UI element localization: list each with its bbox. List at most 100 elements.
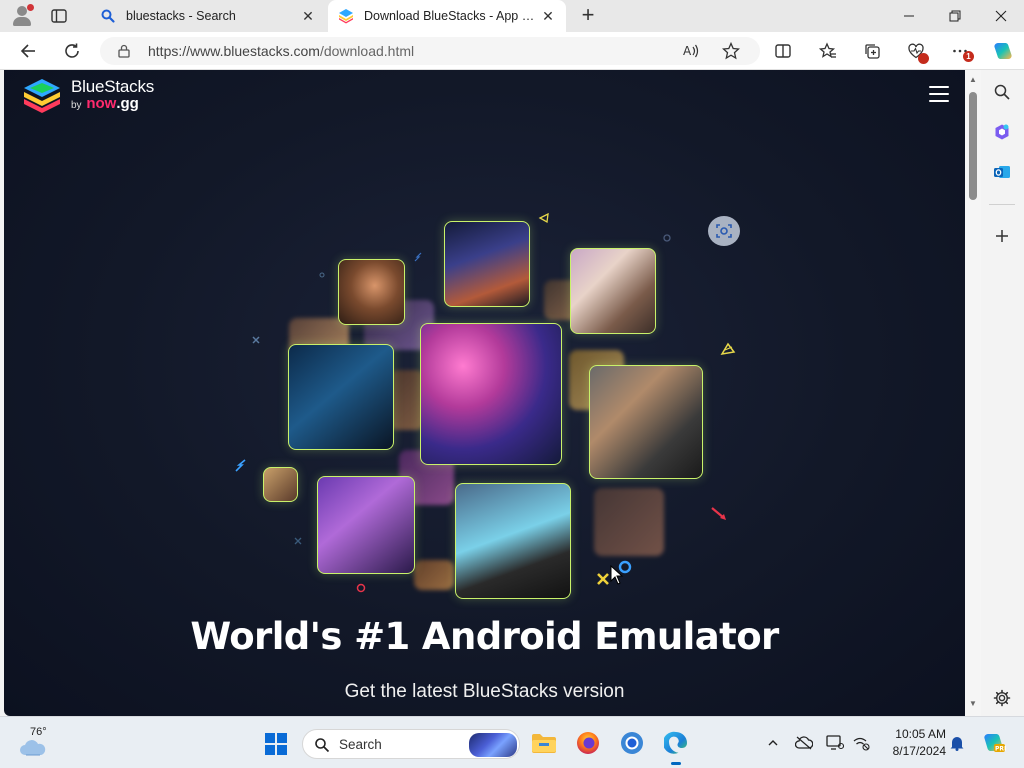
- search-highlight-image: [469, 733, 517, 757]
- gamer-photo-2: [444, 221, 530, 307]
- close-window-button[interactable]: [978, 0, 1024, 32]
- url-host: https://www.bluestacks.com: [148, 43, 320, 59]
- clock-time: 10:05 AM: [895, 727, 946, 741]
- refresh-icon[interactable]: [62, 41, 82, 61]
- gamer-photo-3: [570, 248, 656, 334]
- visual-search-icon: [716, 224, 732, 238]
- copilot-icon[interactable]: [991, 39, 1015, 63]
- tab-actions-icon[interactable]: [50, 7, 68, 25]
- visual-search-button[interactable]: [708, 216, 740, 246]
- gamer-photo-1: [338, 259, 405, 325]
- sparkle-shape: [356, 583, 366, 593]
- sparkle-shape: [252, 336, 260, 344]
- brand-name: BlueStacks: [71, 77, 155, 96]
- notification-bell-icon[interactable]: [948, 734, 966, 752]
- url-path: /download.html: [319, 43, 415, 59]
- sparkle-shape: [294, 537, 302, 545]
- browser-essentials-icon[interactable]: [906, 41, 929, 64]
- brand-now: now: [86, 95, 117, 112]
- tab-close-button[interactable]: ✕: [540, 8, 556, 24]
- settings-gear-icon[interactable]: [992, 688, 1012, 708]
- sparkle-shape: [597, 573, 609, 585]
- gamer-photo-8: [317, 476, 415, 574]
- office-icon[interactable]: [992, 122, 1012, 142]
- add-icon[interactable]: [992, 226, 1012, 246]
- more-icon[interactable]: 1: [950, 41, 974, 62]
- search-icon[interactable]: [992, 82, 1012, 102]
- scroll-down-arrow[interactable]: ▼: [969, 700, 977, 708]
- svg-text:PRE: PRE: [995, 746, 1006, 753]
- scroll-up-arrow[interactable]: ▲: [969, 76, 977, 84]
- tab-strip: bluestacks - Search ✕ Download BlueStack…: [0, 0, 1024, 32]
- search-icon: [100, 8, 116, 24]
- hamburger-menu-icon[interactable]: [929, 86, 949, 102]
- onedrive-icon[interactable]: [795, 734, 813, 752]
- extensions-badge: 1: [963, 51, 974, 62]
- sparkle-shape: [663, 234, 671, 242]
- gamer-photo-5: [420, 323, 562, 465]
- read-aloud-icon[interactable]: A: [681, 41, 701, 61]
- chevron-up-icon[interactable]: [764, 734, 782, 752]
- favorite-star-icon[interactable]: [721, 41, 741, 61]
- sparkle-shape: [235, 459, 246, 472]
- bluestacks-logo-icon[interactable]: [20, 77, 64, 117]
- firefox-icon[interactable]: [574, 729, 602, 757]
- profile-icon[interactable]: [10, 4, 34, 28]
- bluestacks-icon: [338, 8, 354, 24]
- display-icon[interactable]: [826, 734, 844, 752]
- tab-bluestacks-download[interactable]: Download BlueStacks - App Playe ✕: [328, 0, 566, 32]
- url-text: https://www.bluestacks.com/download.html: [148, 43, 414, 59]
- scroll-thumb[interactable]: [969, 92, 977, 200]
- gamer-photo-4: [288, 344, 394, 450]
- edge-sidebar: [981, 70, 1024, 716]
- sidebar-divider: [989, 204, 1015, 205]
- chrome-icon[interactable]: [618, 729, 646, 757]
- sparkle-shape: [414, 252, 422, 262]
- search-label: Search: [339, 737, 382, 752]
- collections-icon[interactable]: [862, 41, 882, 61]
- brand-by: by: [71, 100, 82, 111]
- sparkle-shape: [720, 342, 736, 356]
- bluestacks-brand[interactable]: BlueStacks by now.gg: [71, 78, 154, 114]
- alert-badge: [918, 53, 929, 64]
- gamer-photo-9: [455, 483, 571, 599]
- address-bar[interactable]: https://www.bluestacks.com/download.html: [100, 37, 760, 65]
- clock-date: 8/17/2024: [892, 744, 946, 758]
- weather-widget[interactable]: 76°: [16, 726, 56, 760]
- new-tab-button[interactable]: +: [578, 4, 598, 26]
- lock-icon[interactable]: [118, 44, 130, 63]
- outlook-icon[interactable]: [992, 162, 1012, 182]
- minimize-button[interactable]: [886, 0, 932, 32]
- taskbar-search-box[interactable]: Search: [302, 729, 520, 759]
- mouse-cursor-icon: [610, 565, 624, 585]
- network-icon[interactable]: [852, 734, 870, 752]
- page-scrollbar[interactable]: ▲ ▼: [965, 70, 981, 716]
- favorites-icon[interactable]: [818, 41, 838, 61]
- windows-start-icon[interactable]: [265, 733, 287, 755]
- back-icon[interactable]: [18, 41, 38, 61]
- windows-taskbar: 76° Search 10:05 AM 8/17/2024 PRE: [0, 716, 1024, 768]
- page-headline: World's #1 Android Emulator: [190, 615, 779, 658]
- system-clock[interactable]: 10:05 AM 8/17/2024: [882, 726, 946, 760]
- tab-bing-search[interactable]: bluestacks - Search ✕: [90, 0, 326, 32]
- gamer-photo-6: [589, 365, 703, 479]
- tab-close-button[interactable]: ✕: [300, 8, 316, 24]
- sparkle-shape: [711, 507, 726, 520]
- tab-title: Download BlueStacks - App Playe: [364, 9, 540, 23]
- brand-gg: .gg: [116, 95, 139, 112]
- browser-toolbar: https://www.bluestacks.com/download.html…: [0, 32, 1024, 70]
- restore-button[interactable]: [932, 0, 978, 32]
- search-icon: [315, 738, 330, 753]
- file-explorer-icon[interactable]: [530, 729, 558, 757]
- copilot-icon[interactable]: PRE: [982, 731, 1006, 755]
- weather-temp: 76°: [30, 726, 47, 738]
- tab-title: bluestacks - Search: [126, 9, 236, 23]
- svg-text:A: A: [683, 44, 692, 58]
- sparkle-shape: [319, 272, 325, 278]
- page-subheadline: Get the latest BlueStacks version: [344, 681, 625, 702]
- edge-icon[interactable]: [662, 729, 690, 765]
- gamer-photo-7: [263, 467, 298, 502]
- split-screen-icon[interactable]: [773, 41, 793, 61]
- page-viewport: BlueStacks by now.gg World's #1 Android …: [4, 70, 965, 716]
- sparkle-shape: [538, 212, 549, 224]
